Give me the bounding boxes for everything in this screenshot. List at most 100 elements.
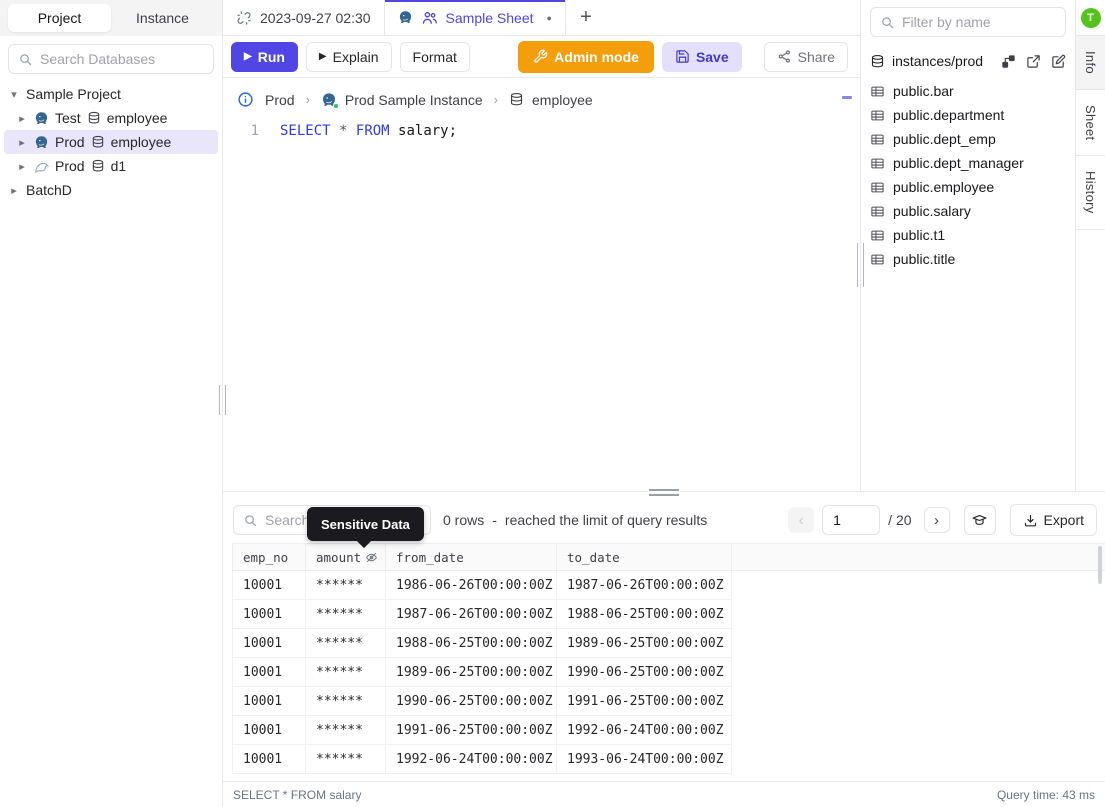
cell: 1988-06-25T00:00:00Z bbox=[386, 629, 557, 658]
tab-info[interactable]: Info bbox=[1076, 35, 1105, 90]
edit-icon[interactable] bbox=[1051, 54, 1066, 69]
search-icon bbox=[880, 15, 895, 30]
table-row: 10001 ****** 1987-06-26T00:00:00Z 1988-06-2… bbox=[232, 600, 732, 629]
breadcrumb-environment[interactable]: Prod bbox=[265, 92, 295, 108]
cell: 1987-06-26T00:00:00Z bbox=[557, 571, 732, 600]
prev-page-button[interactable]: ‹ bbox=[788, 507, 815, 533]
breadcrumb-instance[interactable]: Prod Sample Instance bbox=[321, 92, 483, 109]
table-name: public.t1 bbox=[893, 227, 946, 243]
cell: 1989-06-25T00:00:00Z bbox=[557, 629, 732, 658]
search-databases-input[interactable] bbox=[40, 51, 204, 67]
table-list-item[interactable]: public.salary bbox=[870, 199, 1066, 223]
schema-diagram-icon[interactable] bbox=[1001, 54, 1016, 69]
results-scrollbar-thumb[interactable] bbox=[1098, 546, 1102, 584]
connection-breadcrumb: Prod › Prod Sample Instance › employee bbox=[223, 78, 860, 114]
tree-item-test-employee[interactable]: ▸ Test employee bbox=[4, 106, 218, 130]
tree-item-prod-employee[interactable]: ▸ Prod employee bbox=[4, 130, 218, 154]
table-list-item[interactable]: public.department bbox=[870, 103, 1066, 127]
table-list: public.bar public.department public.dept… bbox=[870, 79, 1066, 271]
data-masking-button[interactable] bbox=[963, 505, 996, 535]
table-list-item[interactable]: public.dept_emp bbox=[870, 127, 1066, 151]
caret-right-icon[interactable]: ▸ bbox=[16, 136, 28, 149]
sql-code: SELECT * FROM salary; bbox=[280, 121, 457, 141]
table-row: 10001 ****** 1989-06-25T00:00:00Z 1990-06-2… bbox=[232, 658, 732, 687]
run-button[interactable]: ▶ Run bbox=[231, 41, 298, 72]
table-name: public.bar bbox=[893, 83, 954, 99]
upper-region: 2023-09-27 02:30 Sample Sheet ● + ▶ Run … bbox=[223, 0, 1105, 491]
sidebar-tab-switcher: Project Instance bbox=[0, 0, 222, 36]
code-line-1[interactable]: 1 SELECT * FROM salary; bbox=[223, 121, 860, 141]
database-icon bbox=[91, 159, 105, 173]
filter-by-name-input[interactable] bbox=[902, 14, 1056, 30]
tab-adhoc-sheet[interactable]: 2023-09-27 02:30 bbox=[223, 0, 385, 35]
save-button[interactable]: Save bbox=[661, 41, 742, 72]
user-avatar[interactable]: T bbox=[1080, 8, 1101, 28]
caret-right-icon[interactable]: ▸ bbox=[16, 112, 28, 125]
tab-instance[interactable]: Instance bbox=[111, 4, 214, 32]
save-icon bbox=[675, 49, 690, 64]
tree-item-sample-project[interactable]: ▾ Sample Project bbox=[4, 82, 218, 106]
table-row: 10001 ****** 1992-06-24T00:00:00Z 1993-06-2… bbox=[232, 745, 732, 774]
sql-keyword: FROM bbox=[355, 123, 390, 139]
column-header-from-date[interactable]: from_date bbox=[386, 544, 557, 571]
results-toolbar: 0 rows - reached the limit of query resu… bbox=[223, 497, 1105, 543]
table-list-item[interactable]: public.title bbox=[870, 247, 1066, 271]
search-icon bbox=[243, 513, 258, 528]
tab-sample-sheet[interactable]: Sample Sheet ● bbox=[385, 0, 566, 35]
export-label: Export bbox=[1043, 512, 1084, 528]
sidebar-resize-handle[interactable] bbox=[219, 385, 226, 415]
next-page-button[interactable]: › bbox=[923, 507, 950, 533]
explain-button[interactable]: ▶ Explain bbox=[305, 41, 392, 72]
share-button[interactable]: Share bbox=[763, 41, 848, 72]
new-tab-button[interactable]: + bbox=[566, 0, 606, 35]
table-list-item[interactable]: public.bar bbox=[870, 79, 1066, 103]
page-number-input[interactable] bbox=[822, 505, 881, 535]
tab-project[interactable]: Project bbox=[8, 4, 111, 32]
caret-right-icon[interactable]: ▸ bbox=[8, 184, 20, 197]
format-button[interactable]: Format bbox=[399, 41, 470, 72]
cell: 1990-06-25T00:00:00Z bbox=[386, 687, 557, 716]
table-list-item[interactable]: public.t1 bbox=[870, 223, 1066, 247]
breadcrumb-database[interactable]: employee bbox=[509, 92, 593, 108]
caret-down-icon[interactable]: ▾ bbox=[8, 88, 20, 101]
column-header-to-date[interactable]: to_date bbox=[557, 544, 732, 571]
sql-editor[interactable]: Prod › Prod Sample Instance › employee 1… bbox=[223, 78, 860, 491]
admin-mode-button[interactable]: Admin mode bbox=[518, 40, 654, 73]
cell: 10001 bbox=[233, 716, 306, 745]
tab-history[interactable]: History bbox=[1076, 156, 1105, 230]
column-label: amount bbox=[316, 549, 362, 565]
table-icon bbox=[870, 108, 885, 123]
environment-label: Prod bbox=[55, 158, 85, 174]
export-button[interactable]: Export bbox=[1009, 504, 1097, 536]
left-sidebar: Project Instance ▾ Sample Project ▸ Test bbox=[0, 0, 226, 807]
chevron-right-icon: › bbox=[493, 92, 499, 107]
column-header-emp-no[interactable]: emp_no bbox=[233, 544, 306, 571]
info-panel-resize-handle[interactable] bbox=[857, 243, 864, 287]
table-name: public.title bbox=[893, 251, 956, 267]
table-list-item[interactable]: public.employee bbox=[870, 175, 1066, 199]
cell-masked: ****** bbox=[306, 716, 386, 745]
chevron-right-icon: › bbox=[305, 92, 310, 107]
cell: 1992-06-24T00:00:00Z bbox=[557, 716, 732, 745]
limit-message: reached the limit of query results bbox=[504, 512, 708, 528]
editor-column: 2023-09-27 02:30 Sample Sheet ● + ▶ Run … bbox=[223, 0, 860, 491]
wrench-icon bbox=[533, 49, 548, 64]
table-list-item[interactable]: public.dept_manager bbox=[870, 151, 1066, 175]
caret-right-icon[interactable]: ▸ bbox=[16, 160, 28, 173]
instance-path-label: instances/prod bbox=[892, 53, 984, 69]
cell-masked: ****** bbox=[306, 571, 386, 600]
masking-cap-icon bbox=[971, 512, 988, 529]
cell: 1987-06-26T00:00:00Z bbox=[386, 600, 557, 629]
tree-item-batchd[interactable]: ▸ BatchD bbox=[4, 178, 218, 202]
tab-sheet[interactable]: Sheet bbox=[1076, 90, 1105, 157]
external-link-icon[interactable] bbox=[1026, 54, 1041, 69]
tab-label: Sample Sheet bbox=[445, 9, 534, 26]
column-header-amount[interactable]: amount bbox=[306, 544, 386, 571]
editor-scrollbar-thumb[interactable] bbox=[842, 96, 852, 99]
database-label: employee bbox=[532, 91, 593, 108]
info-icon[interactable] bbox=[237, 91, 254, 108]
download-icon bbox=[1023, 513, 1038, 528]
column-header-filler bbox=[732, 544, 1105, 571]
tree-item-prod-d1[interactable]: ▸ Prod d1 bbox=[4, 154, 218, 178]
